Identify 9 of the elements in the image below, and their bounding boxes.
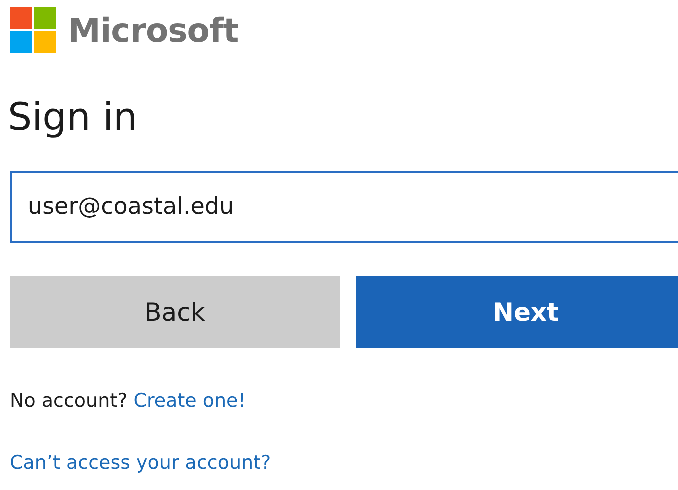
email-field[interactable]: user@coastal.edu — [10, 171, 678, 243]
page-title: Sign in — [8, 94, 139, 140]
brand-name: Microsoft — [68, 10, 239, 50]
no-account-text: No account? — [10, 390, 128, 412]
create-account-link[interactable]: Create one! — [134, 390, 246, 412]
back-button[interactable]: Back — [10, 276, 340, 348]
logo-icon — [10, 7, 56, 53]
account-access-link[interactable]: Can’t access your account? — [10, 452, 272, 474]
next-button[interactable]: Next — [356, 276, 678, 348]
